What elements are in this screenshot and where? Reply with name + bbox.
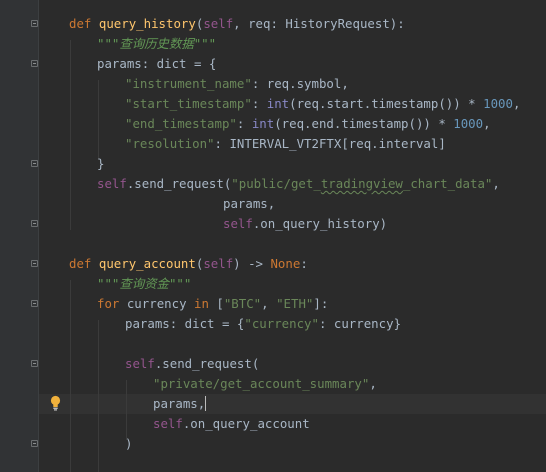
code-token: : req.symbol,	[251, 76, 349, 91]
indent-guide	[126, 380, 127, 440]
code-token: }	[97, 156, 105, 171]
code-token: ,	[512, 96, 521, 111]
code-line[interactable]: }	[97, 154, 104, 174]
code-token: ,	[492, 176, 500, 191]
code-token: ,	[261, 296, 277, 311]
indent-guide	[70, 40, 71, 230]
fold-icon[interactable]	[31, 220, 38, 227]
self-param: self	[203, 16, 234, 31]
code-token: ,	[483, 116, 491, 131]
code-token: :	[251, 96, 267, 111]
string-literal: "resolution"	[125, 136, 215, 151]
string-literal: "instrument_name"	[125, 76, 252, 91]
fold-icon[interactable]	[31, 360, 38, 367]
self-ref: self	[223, 216, 253, 231]
editor-gutter	[0, 0, 39, 472]
code-token: params: dict = {	[125, 316, 245, 331]
number-literal: 1000	[453, 116, 484, 131]
keyword-def: def	[69, 16, 92, 31]
code-line[interactable]: for currency in ["BTC", "ETH"]:	[97, 294, 328, 314]
code-token: )	[125, 436, 133, 451]
fold-icon[interactable]	[31, 160, 38, 167]
code-token: ]:	[313, 296, 329, 311]
number-literal: 1000	[483, 96, 513, 111]
code-line[interactable]: self.send_request("public/get_tradingvie…	[97, 174, 500, 194]
code-token: , req: HistoryRequest):	[233, 16, 405, 31]
code-line[interactable]: self.send_request(	[125, 354, 259, 374]
lightbulb-icon[interactable]	[50, 395, 61, 411]
code-token: (req.start.timestamp()) *	[289, 96, 484, 111]
fold-icon[interactable]	[31, 440, 38, 447]
code-line[interactable]: self.on_query_account	[153, 414, 310, 434]
code-line[interactable]: "instrument_name": req.symbol,	[125, 74, 349, 94]
code-token: .send_request(	[154, 356, 260, 371]
code-token: :	[300, 256, 308, 271]
fold-icon[interactable]	[31, 260, 38, 267]
code-token: ,	[369, 376, 377, 391]
code-token: params,	[153, 396, 206, 411]
code-token: : INTERVAL_VT2FTX[req.interval]	[214, 136, 446, 151]
docstring: """查询历史数据"""	[97, 36, 217, 51]
code-line[interactable]: )	[125, 434, 132, 454]
keyword-in: in	[194, 296, 209, 311]
code-token: [	[208, 296, 224, 311]
text-caret	[205, 396, 207, 411]
code-line[interactable]: "private/get_account_summary",	[153, 374, 377, 394]
code-line[interactable]: "end_timestamp": int(req.end.timestamp()…	[125, 114, 491, 134]
code-editor[interactable]: def query_history(self, req: HistoryRequ…	[0, 0, 546, 472]
code-line-current[interactable]: params,	[153, 394, 207, 414]
code-line[interactable]: "resolution": INTERVAL_VT2FTX[req.interv…	[125, 134, 446, 154]
code-token: ) ->	[233, 256, 271, 271]
function-name: query_account	[98, 256, 196, 271]
string-literal: "end_timestamp"	[125, 116, 237, 131]
code-line[interactable]: """查询历史数据"""	[97, 34, 216, 54]
fold-icon[interactable]	[31, 300, 38, 307]
code-line[interactable]: params: dict = {	[97, 54, 216, 74]
keyword-for: for	[97, 296, 120, 311]
string-literal: _chart_data"	[402, 176, 493, 191]
keyword-none: None	[270, 256, 301, 271]
code-token: .on_query_account	[182, 416, 310, 431]
code-line[interactable]: params: dict = {"currency": currency}	[125, 314, 401, 334]
code-line[interactable]: def query_account(self) -> None:	[69, 254, 308, 274]
code-token: currency	[119, 296, 194, 311]
self-param: self	[203, 256, 234, 271]
docstring: """查询资金"""	[97, 276, 192, 291]
self-ref: self	[153, 416, 183, 431]
string-literal: "BTC"	[223, 296, 262, 311]
string-literal-spellcheck: tradingview	[320, 176, 403, 191]
string-literal: "private/get_account_summary"	[153, 376, 370, 391]
self-ref: self	[125, 356, 155, 371]
function-name: query_history	[98, 16, 196, 31]
code-line[interactable]: "start_timestamp": int(req.start.timesta…	[125, 94, 520, 114]
string-literal: "start_timestamp"	[125, 96, 252, 111]
indent-guide	[98, 80, 99, 160]
string-literal: "currency"	[244, 316, 319, 331]
fold-icon[interactable]	[31, 20, 38, 27]
string-literal: "public/get_	[231, 176, 321, 191]
indent-guide	[70, 280, 71, 472]
code-token: params: dict = {	[97, 56, 217, 71]
fold-icon[interactable]	[31, 60, 38, 67]
code-token: (req.end.timestamp()) *	[274, 116, 454, 131]
code-line[interactable]: """查询资金"""	[97, 274, 191, 294]
builtin-int: int	[251, 116, 275, 131]
code-token: : currency}	[318, 316, 402, 331]
code-token: params,	[223, 196, 276, 211]
keyword-def: def	[69, 256, 92, 271]
code-line[interactable]: def query_history(self, req: HistoryRequ…	[69, 14, 405, 34]
current-line-highlight	[39, 394, 546, 414]
builtin-int: int	[266, 96, 290, 111]
code-token: :	[236, 116, 252, 131]
code-line[interactable]: self.on_query_history)	[223, 214, 387, 234]
string-literal: "ETH"	[276, 296, 314, 311]
self-ref: self	[97, 176, 127, 191]
indent-guide	[98, 320, 99, 472]
code-token: .on_query_history)	[252, 216, 388, 231]
code-line[interactable]: params,	[223, 194, 275, 214]
code-token: .send_request(	[126, 176, 232, 191]
